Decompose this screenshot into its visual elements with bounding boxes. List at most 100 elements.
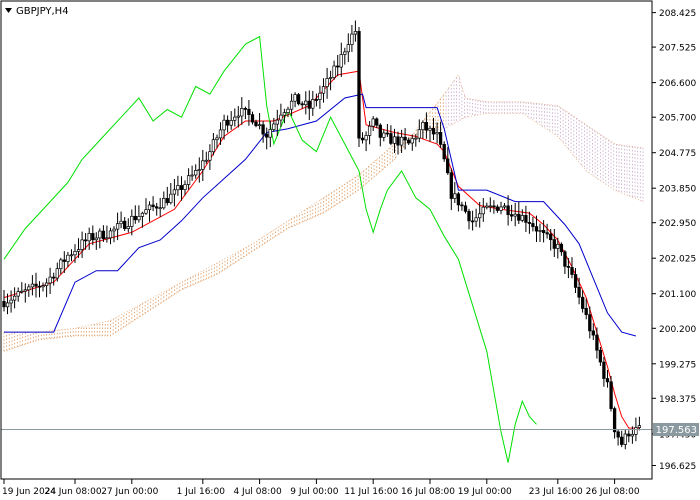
candle-body (502, 205, 507, 208)
y-tick-label: 202.025 (659, 255, 696, 265)
candle-body (27, 286, 31, 291)
candle-body (112, 228, 116, 232)
candle-body (353, 31, 358, 35)
candle-body (9, 299, 13, 304)
candle-body (41, 285, 45, 288)
candle-body (630, 434, 635, 437)
price-tag-value: 197.563 (656, 425, 697, 436)
candle-body (460, 204, 464, 207)
candle-body (254, 121, 258, 127)
x-tick-label: 26 Jul 08:00 (586, 487, 640, 497)
current-price-tag: 197.563 (653, 423, 699, 436)
x-tick-label: 4 Jul 08:00 (233, 487, 282, 497)
candle-body (392, 136, 397, 144)
candle-body (140, 212, 145, 217)
y-tick-label: 200.200 (659, 325, 696, 335)
candle-body (69, 254, 74, 257)
candle-body (566, 265, 571, 268)
candle-body (282, 112, 287, 116)
candle-body (375, 118, 379, 126)
y-tick-label: 206.600 (659, 79, 696, 89)
candle-body (378, 124, 382, 138)
candle-body (605, 378, 610, 383)
candle-body (602, 361, 606, 379)
candle-body (371, 118, 375, 127)
candle-body (20, 290, 24, 293)
candle-body (5, 302, 10, 308)
ichimoku-chart[interactable]: 208.425 207.525 206.600 205.700 204.775 203.8… (0, 0, 700, 500)
y-tick-label: 196.625 (659, 462, 696, 472)
candle-body (581, 296, 585, 309)
candle-body (126, 226, 130, 229)
y-tick-label: 201.100 (659, 290, 696, 300)
y-tick-label: 207.525 (659, 44, 696, 54)
candle-body (268, 129, 272, 138)
candle-body (350, 33, 354, 45)
candle-body (94, 237, 98, 241)
candle-body (332, 65, 336, 78)
candle-body (399, 136, 404, 146)
candle-body (552, 239, 556, 249)
candle-body (524, 215, 528, 223)
candle-body (247, 108, 251, 115)
candle-body (12, 295, 17, 301)
candle-body (637, 425, 642, 428)
candle-body (137, 216, 141, 221)
candle-body (144, 209, 148, 214)
candle-body (243, 108, 248, 110)
candle-body (360, 137, 365, 141)
candle-body (346, 44, 350, 53)
candle-body (55, 268, 59, 279)
candle-body (446, 158, 450, 174)
candle-body (80, 239, 84, 250)
candle-body (236, 115, 240, 118)
candle-body (442, 144, 446, 160)
candle-body (584, 308, 588, 315)
candle-body (211, 139, 216, 153)
candle-body (328, 77, 333, 79)
candle-body (37, 285, 42, 288)
candle-body (197, 169, 201, 171)
candle-body (130, 215, 134, 227)
candle-body (76, 249, 81, 252)
candle-body (527, 222, 532, 224)
x-tick-label: 27 Jun 00:00 (101, 487, 158, 497)
candle-body (591, 330, 595, 336)
candle-body (133, 215, 137, 221)
candle-body (534, 226, 539, 232)
candle-body (470, 220, 475, 223)
candle-body (304, 100, 308, 106)
candle-body (538, 230, 542, 232)
candle-body (385, 132, 390, 135)
candle-body (229, 120, 233, 126)
candle-body (101, 230, 106, 240)
y-tick-label: 202.950 (659, 219, 696, 229)
candle-body (428, 127, 432, 131)
candle-body (194, 170, 198, 176)
candle-body (343, 51, 347, 55)
candle-body (478, 213, 482, 219)
candle-body (52, 276, 56, 279)
time-axis: 19 Jun 202424 Jun 08:00 27 Jun 00:00 1 Jul… (2, 479, 640, 497)
candle-body (190, 174, 194, 177)
candle-body (289, 100, 294, 110)
candle-body (389, 133, 393, 144)
candle-body (407, 139, 411, 144)
candle-body (325, 78, 329, 87)
candle-body (240, 108, 244, 117)
candle-body (417, 129, 421, 139)
candle-body (105, 237, 109, 240)
candle-body (98, 230, 102, 239)
candle-body (474, 217, 478, 222)
candle-body (48, 276, 52, 284)
candle-body (296, 94, 301, 105)
candle-body (357, 31, 361, 139)
candle-body (179, 185, 184, 190)
candle-body (431, 127, 436, 135)
candle-body (612, 408, 617, 433)
y-tick-label: 204.775 (659, 149, 696, 159)
candle-body (165, 198, 169, 204)
candle-body (623, 433, 627, 445)
candle-body (424, 122, 429, 131)
candle-body (279, 114, 283, 121)
